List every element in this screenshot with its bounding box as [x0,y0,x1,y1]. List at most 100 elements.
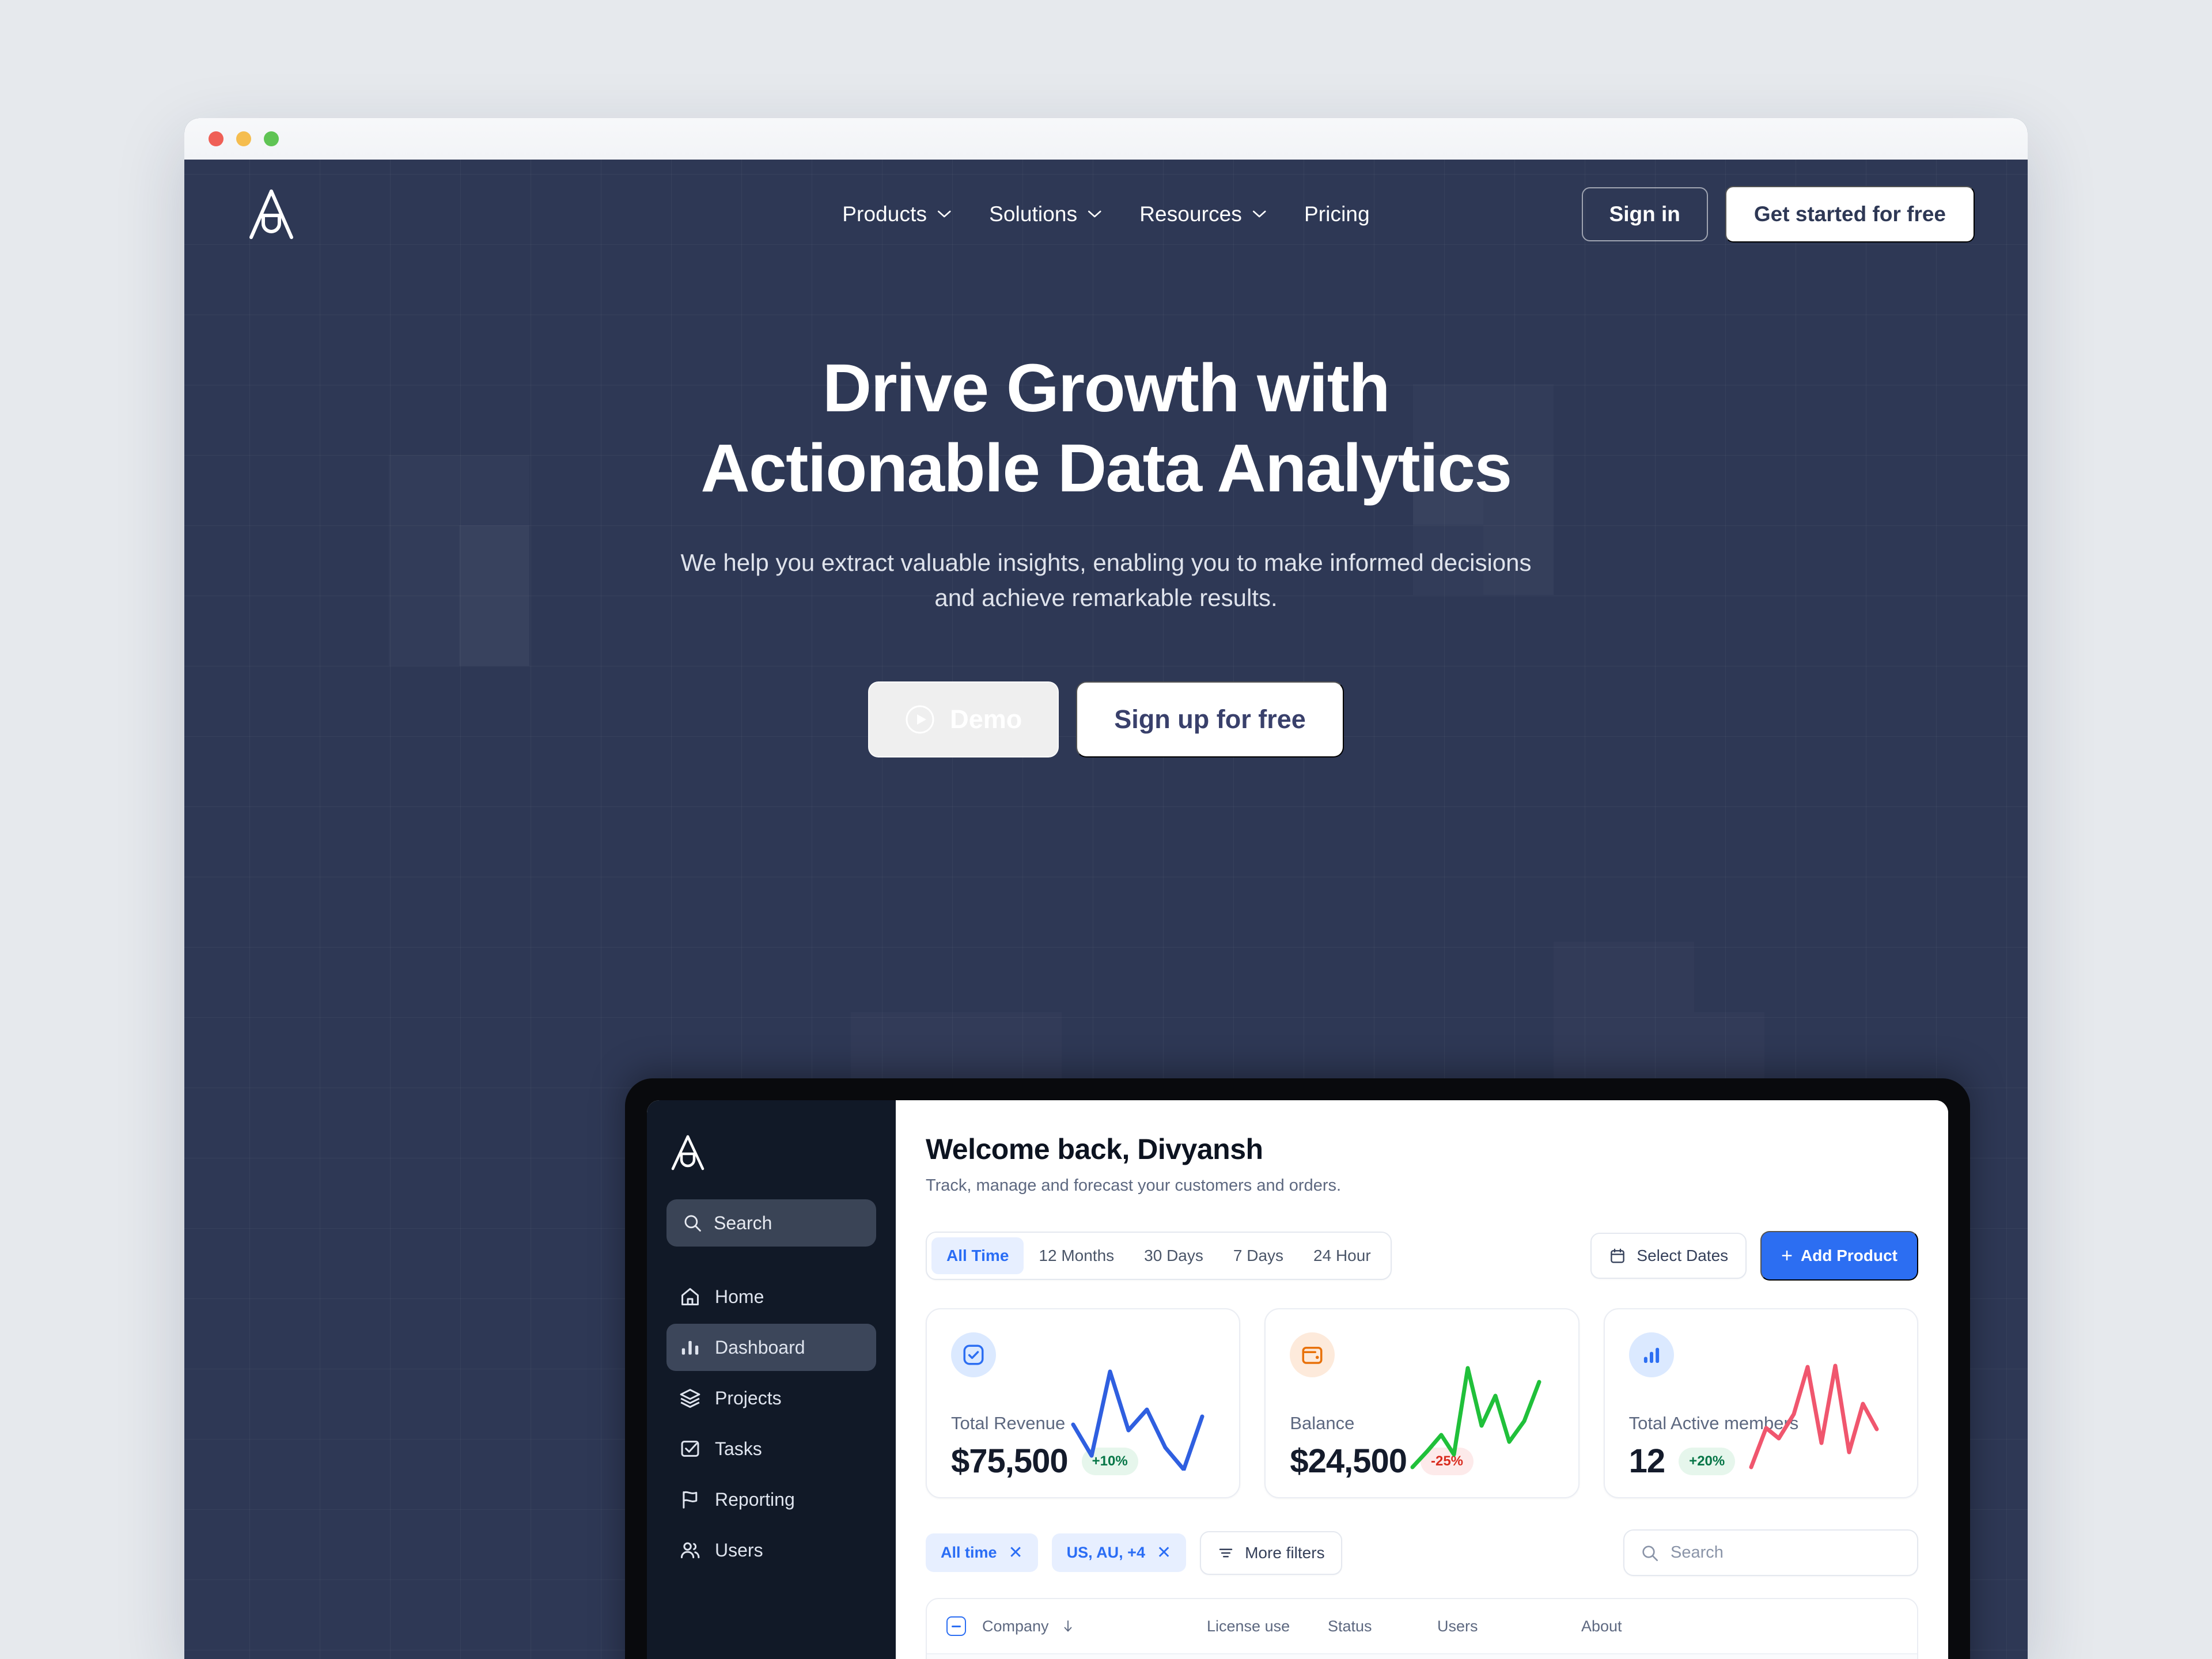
nav-item-products[interactable]: Products [842,202,951,226]
page-subtitle: Track, manage and forecast your customer… [926,1176,1342,1195]
sidebar-item-label: Home [715,1286,764,1307]
nav-links: Products Solutions Resources Pricing [842,202,1370,226]
flag-icon [683,1491,698,1509]
table-row[interactable]: Okru okru.io Customer [927,1654,1917,1659]
filter-chip-all-time[interactable]: All time ✕ [926,1533,1038,1572]
grid-accent-cell [1554,942,1694,1082]
app-sidebar: Search Home Dashboard Projects Tasks Rep… [647,1100,896,1659]
wallet-icon [1302,1347,1323,1364]
chevron-down-icon [1088,210,1101,218]
plus-icon: + [1781,1245,1793,1267]
add-product-button[interactable]: + Add Product [1760,1231,1918,1281]
card-icon-wrap [1290,1332,1335,1377]
dashboard-toolbar: All Time 12 Months 30 Days 7 Days 24 Hou… [926,1231,1918,1281]
filter-lines-icon [1219,1548,1233,1557]
toolbar-actions: Select Dates + Add Product [1590,1231,1918,1281]
browser-window: Products Solutions Resources Pricing Sig… [184,118,2028,1659]
hero-title: Drive Growth with Actionable Data Analyt… [184,349,2028,509]
column-header-status[interactable]: Status [1328,1618,1437,1635]
stat-value: 12 [1628,1442,1666,1480]
table-search-input[interactable]: Search [1623,1529,1918,1576]
nav-label: Pricing [1304,202,1370,226]
stat-card-active-members: Total Active members 12 +20% [1603,1308,1918,1498]
stat-value: $24,500 [1290,1442,1407,1480]
nav-item-resources[interactable]: Resources [1139,202,1266,226]
app-main-content: Welcome back, Divyansh Track, manage and… [896,1100,1948,1659]
sidebar-item-tasks[interactable]: Tasks [666,1425,876,1472]
column-header-users[interactable]: Users [1437,1618,1581,1635]
card-icon-wrap [1628,1332,1674,1377]
calendar-icon [1611,1248,1625,1263]
table-filters: All time ✕ US, AU, +4 ✕ More filters Sea… [926,1529,1918,1576]
stat-cards: Total Revenue $75,500 +10% Balance $24,5… [926,1308,1918,1498]
sidebar-item-projects[interactable]: Projects [666,1374,876,1422]
sidebar-item-home[interactable]: Home [666,1273,876,1320]
tab-12-months[interactable]: 12 Months [1024,1237,1129,1274]
page-title: Welcome back, Divyansh [926,1133,1263,1165]
window-minimize-button[interactable] [236,131,251,146]
tab-30-days[interactable]: 30 Days [1129,1237,1218,1274]
navbar-actions: Sign in Get started for free [1581,186,1975,243]
nav-item-solutions[interactable]: Solutions [989,202,1101,226]
sidebar-item-label: Projects [715,1387,782,1408]
column-label: Company [982,1617,1049,1635]
demo-button[interactable]: Demo [868,681,1059,758]
window-close-button[interactable] [209,131,224,146]
sidebar-item-dashboard[interactable]: Dashboard [666,1324,876,1371]
nav-label: Solutions [989,202,1078,226]
sign-in-button[interactable]: Sign in [1581,187,1708,241]
sidebar-item-users[interactable]: Users [666,1527,876,1574]
close-icon[interactable]: ✕ [1009,1544,1023,1562]
tab-7-days[interactable]: 7 Days [1218,1237,1298,1274]
hero-subtitle: We help you extract valuable insights, e… [184,546,2028,616]
tab-24-hour[interactable]: 24 Hour [1298,1237,1386,1274]
filter-chip-regions[interactable]: US, AU, +4 ✕ [1051,1533,1187,1572]
bar-chart-icon [681,1340,699,1355]
image-check-icon [963,1344,984,1365]
bar-chart-icon [1643,1347,1659,1363]
hero-cta-group: Demo Sign up for free [184,681,2028,758]
sidebar-item-label: Dashboard [715,1336,805,1358]
stat-card-total-revenue: Total Revenue $75,500 +10% [926,1308,1241,1498]
home-icon [681,1288,699,1305]
select-all-cell [946,1616,982,1636]
column-header-about[interactable]: About [1581,1618,1828,1635]
sidebar-item-label: Reporting [715,1488,795,1510]
more-filters-label: More filters [1245,1543,1325,1562]
layers-icon [680,1389,700,1408]
companies-table: Company License use Status Users About [926,1598,1918,1659]
column-header-company[interactable]: Company [982,1618,1207,1635]
select-all-checkbox[interactable] [946,1616,966,1636]
filter-chip-label: All time [941,1544,997,1561]
table-search-placeholder: Search [1671,1543,1724,1562]
sign-up-free-button[interactable]: Sign up for free [1076,681,1344,758]
get-started-button[interactable]: Get started for free [1725,186,1975,243]
device-mockup: Search Home Dashboard Projects Tasks Rep… [625,1078,1970,1659]
sidebar-search-placeholder: Search [714,1212,772,1233]
hero-section: Products Solutions Resources Pricing Sig… [184,160,2028,1659]
sparkline-chart [1071,1369,1205,1471]
sidebar-item-label: Tasks [715,1438,762,1459]
brand-logo-icon[interactable] [248,188,295,241]
device-screen: Search Home Dashboard Projects Tasks Rep… [647,1100,1948,1659]
tab-all-time[interactable]: All Time [931,1237,1024,1274]
window-maximize-button[interactable] [264,131,279,146]
table-header-row: Company License use Status Users About [927,1599,1917,1654]
sidebar-search-input[interactable]: Search [666,1199,876,1247]
sidebar-nav: Home Dashboard Projects Tasks Reporting … [666,1273,876,1574]
card-icon-wrap [951,1332,996,1377]
site-navbar: Products Solutions Resources Pricing Sig… [184,160,2028,269]
hero-copy: Drive Growth with Actionable Data Analyt… [184,349,2028,758]
close-icon[interactable]: ✕ [1157,1544,1171,1562]
select-dates-button[interactable]: Select Dates [1590,1233,1747,1279]
app-brand-logo-icon[interactable] [670,1134,706,1172]
add-product-label: Add Product [1801,1247,1897,1264]
stat-delta-badge: +20% [1679,1447,1736,1475]
demo-button-label: Demo [950,704,1022,734]
more-filters-button[interactable]: More filters [1200,1531,1342,1575]
chevron-down-icon [1252,210,1266,218]
filter-chip-label: US, AU, +4 [1066,1544,1145,1561]
sidebar-item-reporting[interactable]: Reporting [666,1476,876,1523]
nav-item-pricing[interactable]: Pricing [1304,202,1370,226]
column-header-license-use[interactable]: License use [1207,1618,1328,1635]
